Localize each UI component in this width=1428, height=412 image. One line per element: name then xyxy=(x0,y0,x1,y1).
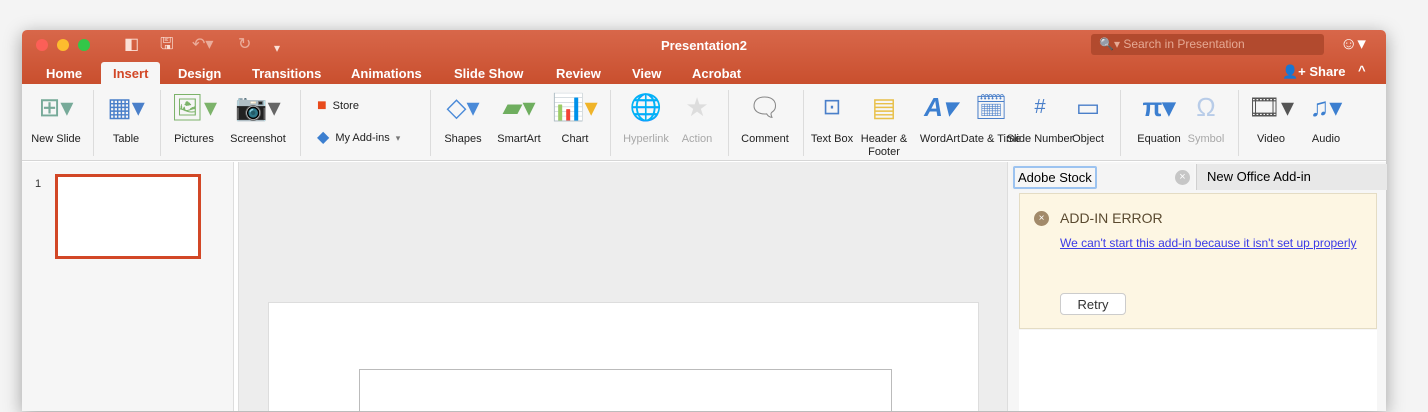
slide-number: 1 xyxy=(35,178,42,190)
music-note-icon: ♫▾ xyxy=(1309,92,1343,122)
label: Store xyxy=(332,100,359,112)
addin-task-pane: Adobe Stock × New Office Add-in × ADD-IN… xyxy=(1007,162,1387,411)
my-addins-button[interactable]: ◆ My Add-ins ▾ xyxy=(317,130,400,146)
search-input[interactable]: 🔍▾ Search in Presentation xyxy=(1091,34,1324,55)
label: New Slide xyxy=(31,133,81,145)
slide-canvas[interactable] xyxy=(268,302,979,412)
slide-thumbnails-panel: 1 xyxy=(22,162,234,411)
dropdown-arrow-icon: ▾ xyxy=(395,133,401,143)
divider xyxy=(728,90,729,156)
close-tab-icon[interactable]: × xyxy=(1175,170,1190,185)
label: Screenshot xyxy=(230,133,286,145)
table-button[interactable]: ▦▾ Table xyxy=(91,90,161,146)
slide-editor xyxy=(238,162,1007,412)
title-bar: ◧ 🖫 ↶▾ ↻ ▾ Presentation2 🔍▾ Search in Pr… xyxy=(22,30,1386,84)
object-button[interactable]: ▭ Object xyxy=(1053,90,1123,146)
label: My Add-ins xyxy=(335,132,390,144)
new-slide-button[interactable]: ⊞▾ New Slide xyxy=(21,90,91,146)
share-button[interactable]: 👤+ Share xyxy=(1282,64,1346,79)
label: Symbol xyxy=(1187,133,1225,145)
title-placeholder[interactable] xyxy=(359,369,892,412)
search-placeholder: Search in Presentation xyxy=(1123,37,1245,51)
divider xyxy=(1120,90,1121,156)
comment-icon: 🗨 xyxy=(748,92,782,122)
audio-button[interactable]: ♫▾ Audio xyxy=(1291,90,1361,146)
store-bag-icon: ■ xyxy=(317,97,327,114)
share-label: Share xyxy=(1309,64,1346,79)
error-icon: × xyxy=(1034,211,1049,226)
tab-review[interactable]: Review xyxy=(556,62,601,84)
addins-cube-icon: ◆ xyxy=(317,129,330,146)
label: Video xyxy=(1257,133,1285,145)
symbol-button[interactable]: Ω Symbol xyxy=(1171,90,1241,146)
pictures-icon: 🖼▾ xyxy=(170,92,218,122)
label: SmartArt xyxy=(497,133,541,145)
label: Table xyxy=(112,133,140,145)
screenshot-button[interactable]: 📷▾ Screenshot xyxy=(223,90,293,146)
tab-home[interactable]: Home xyxy=(46,62,82,84)
label: Action xyxy=(681,133,713,145)
object-icon: ▭ xyxy=(1075,92,1101,122)
chart-button[interactable]: 📊▾ Chart xyxy=(540,90,610,146)
ribbon-insert: ⊞▾ New Slide ▦▾ Table 🖼▾ Pictures 📷▾ Screens… xyxy=(22,84,1386,161)
tab-adobe-stock[interactable]: Adobe Stock × xyxy=(1011,164,1194,190)
tab-slide-show[interactable]: Slide Show xyxy=(454,62,523,84)
addin-error-box: × ADD-IN ERROR We can't start this add-i… xyxy=(1019,193,1377,329)
tab-view[interactable]: View xyxy=(632,62,661,84)
powerpoint-window: ◧ 🖫 ↶▾ ↻ ▾ Presentation2 🔍▾ Search in Pr… xyxy=(22,30,1387,412)
tab-insert[interactable]: Insert xyxy=(101,62,161,84)
label: WordArt xyxy=(919,133,961,145)
tab-transitions[interactable]: Transitions xyxy=(252,62,321,84)
error-title: ADD-IN ERROR xyxy=(1060,210,1163,226)
store-button[interactable]: ■ Store xyxy=(317,98,359,114)
label: Text Box xyxy=(810,133,854,145)
tab-acrobat[interactable]: Acrobat xyxy=(692,62,741,84)
tab-new-office-addin[interactable]: New Office Add-in xyxy=(1196,164,1387,190)
collapse-ribbon-icon[interactable]: ^ xyxy=(1358,63,1366,78)
table-icon: ▦▾ xyxy=(107,92,145,122)
label: Header & Footer xyxy=(860,133,908,158)
action-star-icon: ★ xyxy=(685,92,709,122)
label: Pictures xyxy=(174,133,214,145)
tab-label: Adobe Stock xyxy=(1013,166,1097,189)
slide-thumbnail[interactable] xyxy=(55,174,201,259)
chart-icon: 📊▾ xyxy=(552,92,598,122)
retry-button[interactable]: Retry xyxy=(1060,293,1126,315)
divider xyxy=(300,90,301,156)
label: Object xyxy=(1072,133,1104,145)
omega-icon: Ω xyxy=(1196,92,1216,122)
pictures-button[interactable]: 🖼▾ Pictures xyxy=(159,90,229,146)
comment-button[interactable]: 🗨 Comment xyxy=(730,90,800,146)
tab-animations[interactable]: Animations xyxy=(351,62,422,84)
label: Chart xyxy=(561,133,589,145)
pane-content xyxy=(1019,330,1377,411)
action-button[interactable]: ★ Action xyxy=(662,90,732,146)
label: Audio xyxy=(1311,133,1341,145)
new-slide-icon: ⊞▾ xyxy=(38,92,74,122)
camera-icon: 📷▾ xyxy=(235,92,281,122)
label: Comment xyxy=(741,133,789,145)
label: Shapes xyxy=(444,133,482,145)
error-message-link[interactable]: We can't start this add-in because it is… xyxy=(1060,233,1360,253)
feedback-smiley-icon[interactable]: ☺▾ xyxy=(1340,34,1366,54)
tab-design[interactable]: Design xyxy=(178,62,221,84)
